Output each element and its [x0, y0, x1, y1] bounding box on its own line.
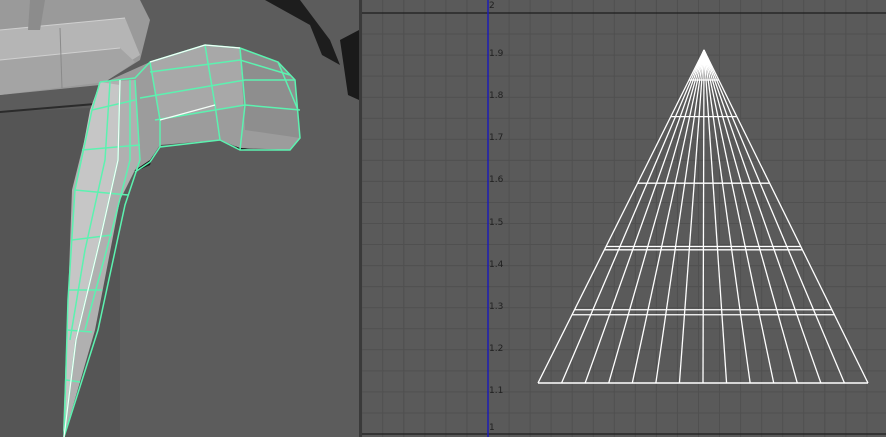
v-axis-tick-label: 1.9 — [489, 49, 504, 60]
v-axis-tick-label: 1.8 — [489, 91, 504, 102]
perspective-viewport[interactable] — [0, 0, 359, 437]
v-axis-tick-label: 1.6 — [489, 175, 504, 186]
v-axis-tick-label: 1 — [489, 423, 495, 433]
v-axis-tick-label: 1.1 — [489, 385, 504, 396]
viewport-canvas[interactable] — [0, 0, 359, 437]
uv-texture-editor[interactable]: 2 1.9 1.8 1.7 1.6 1.5 1.4 1.3 1.2 1.1 1 — [362, 0, 886, 437]
v-axis-tick-label: 2 — [489, 1, 495, 11]
v-axis-tick-label: 1.4 — [489, 259, 504, 270]
uv-grid-canvas[interactable] — [362, 0, 886, 437]
v-axis-tick-label: 1.7 — [489, 133, 504, 144]
v-axis-tick-label: 1.3 — [489, 301, 504, 312]
v-axis-tick-label: 1.2 — [489, 343, 504, 354]
v-axis-tick-label: 1.5 — [489, 217, 504, 228]
